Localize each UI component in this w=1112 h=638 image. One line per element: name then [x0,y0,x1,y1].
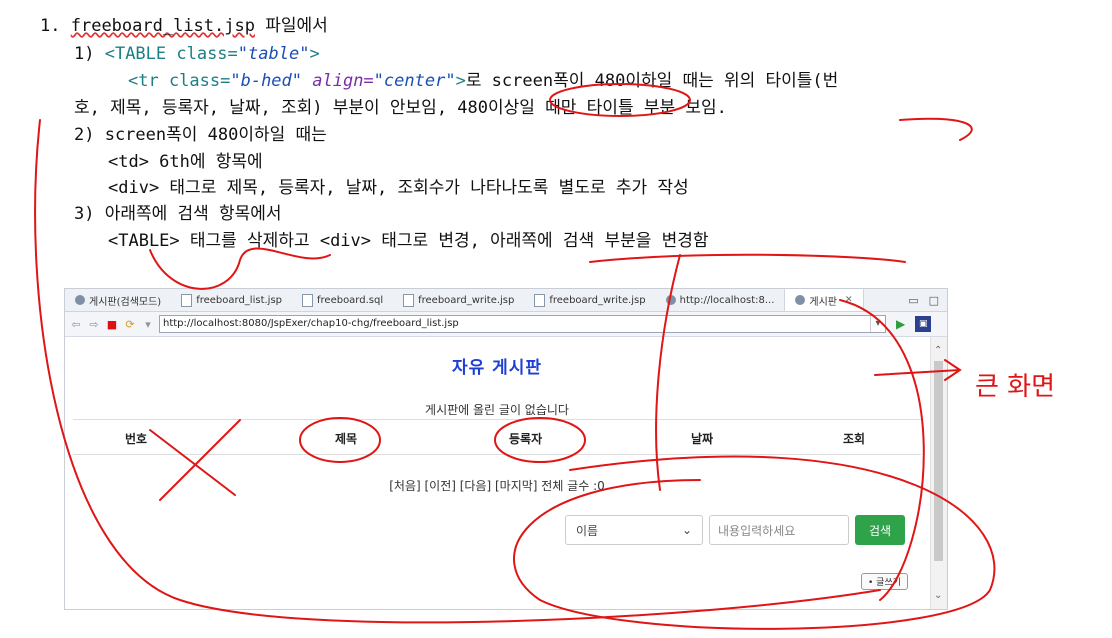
col-header-date: 날짜 [691,432,714,446]
tab-freeboard-sql[interactable]: freeboard.sql [292,289,393,311]
embedded-browser-window: 게시판(검색모드) freeboard_list.jsp freeboard.s… [64,288,948,610]
file-icon [181,293,193,307]
tab-search-mode[interactable]: 게시판(검색모드) [65,289,171,311]
file-icon [534,293,546,307]
col-header-number: 번호 [125,432,148,446]
annotation-curve [899,117,973,141]
pagination[interactable]: [처음] [이전] [다음] [마지막] 전체 글수 :0 [65,477,929,494]
note-line-5: 2) screen폭이 480이하일 때는 [74,125,327,145]
note-number: 1. [40,16,61,36]
url-text: http://localhost:8080/JspExer/chap10-chg… [163,318,459,329]
tab-freeboard-write-1[interactable]: freeboard_write.jsp [393,289,524,311]
note-code-attr: align= [302,71,374,91]
chevron-down-icon: ⌄ [681,523,692,537]
search-field-select[interactable]: 이름 ⌄ [565,515,703,545]
bookmark-icon[interactable]: ▣ [915,316,932,332]
scroll-thumb[interactable] [934,361,943,561]
editor-tab-bar: 게시판(검색모드) freeboard_list.jsp freeboard.s… [65,289,947,312]
tab-label: freeboard.sql [317,294,384,306]
tab-label: 게시판 [809,296,838,308]
refresh-icon[interactable]: ⟳ [123,317,137,331]
note-code: > [455,71,466,91]
note-text: 1) [74,44,105,64]
tab-localhost[interactable]: http://localhost:8... [656,289,785,311]
window-controls: ▭ □ [908,294,947,307]
page-content: 자유 게시판 게시판에 올린 글이 없습니다 번호 제목 등록자 날짜 조회 [… [65,337,929,609]
close-icon[interactable]: ✕ [845,295,853,305]
col-header-title: 제목 [335,432,358,446]
empty-message: 게시판에 올린 글이 없습니다 [425,403,569,417]
url-field[interactable]: http://localhost:8080/JspExer/chap10-chg… [159,315,886,333]
go-icon[interactable]: ▶ [896,317,905,331]
note-line-1: 1. freeboard_list.jsp 파일에서 [40,16,328,36]
tab-board-active[interactable]: 게시판 ✕ [784,289,864,311]
minimize-icon[interactable]: ▭ [908,294,918,307]
col-header-author: 등록자 [509,432,543,446]
note-line-6: <td> 6th에 항목에 [108,152,263,172]
back-arrow-icon[interactable]: ⇦ [69,317,83,331]
handwritten-note: 큰 화면 [975,372,1055,402]
table-header-row: 번호 제목 등록자 날짜 조회 [73,419,921,455]
chevron-down-icon[interactable]: ⌄ [934,590,942,601]
browser-toolbar: ⇦ ⇨ ■ ⟳ ▾ http://localhost:8080/JspExer/… [65,312,947,337]
tab-label: freeboard_list.jsp [196,294,282,306]
note-line-2: 1) <TABLE class="table"> [74,44,320,64]
stop-icon[interactable]: ■ [105,317,119,331]
chevron-down-icon[interactable]: ▾ [141,317,155,331]
tab-freeboard-write-2[interactable]: freeboard_write.jsp [524,289,655,311]
note-line-8: 3) 아래쪽에 검색 항목에서 [74,204,282,224]
page-title: 자유 게시판 [451,358,543,378]
note-code-value: "table" [237,44,310,64]
tab-label: 게시판(검색모드) [89,296,162,308]
search-input[interactable]: 내용입력하세요 [709,515,849,545]
forward-arrow-icon[interactable]: ⇨ [87,317,101,331]
note-code: > [309,44,320,64]
note-line-4: 호, 제목, 등록자, 날짜, 조회) 부분이 안보임, 480이상일 때만 타… [74,98,727,118]
maximize-icon[interactable]: □ [929,294,939,307]
note-text: 파일에서 [254,16,328,36]
note-filename: freeboard_list.jsp [70,16,255,36]
globe-icon [795,295,806,305]
tab-label: freeboard_write.jsp [549,294,646,306]
note-line-9: <TABLE> 태그를 삭제하고 <div> 태그로 변경, 아래쪽에 검색 부… [108,231,709,251]
select-value: 이름 [576,523,599,538]
chevron-down-icon[interactable]: ▾ [870,316,885,332]
note-code-value: "center" [373,71,456,91]
chevron-up-icon[interactable]: ⌃ [934,345,942,356]
search-button[interactable]: 검색 [855,515,905,545]
write-button[interactable]: • 글쓰기 [861,573,909,590]
vertical-scrollbar[interactable]: ⌃ ⌄ [930,337,947,609]
note-line-7: <div> 태그로 제목, 등록자, 날짜, 조회수가 나타나도록 별도로 추가… [108,178,689,198]
tab-label: freeboard_write.jsp [418,294,515,306]
globe-icon [665,295,676,305]
file-icon [403,293,415,307]
tab-freeboard-list[interactable]: freeboard_list.jsp [171,289,292,311]
search-bar: 이름 ⌄ 내용입력하세요 검색 [565,515,905,545]
sql-file-icon [302,293,313,307]
note-line-3: <tr class="b-hed" align="center">로 scree… [128,71,838,91]
tab-label: http://localhost:8... [679,294,775,306]
search-placeholder: 내용입력하세요 [718,523,796,538]
annotation-underline [589,253,906,263]
note-code: <tr class= [128,71,231,91]
col-header-views: 조회 [843,432,866,446]
note-code: <TABLE class= [104,44,238,64]
note-code-value: "b-hed" [230,71,303,91]
annotation-scribble [149,247,331,290]
note-text: 로 screen폭이 480이하일 때는 위의 타이틀(번 [465,71,839,91]
globe-icon [75,295,85,305]
